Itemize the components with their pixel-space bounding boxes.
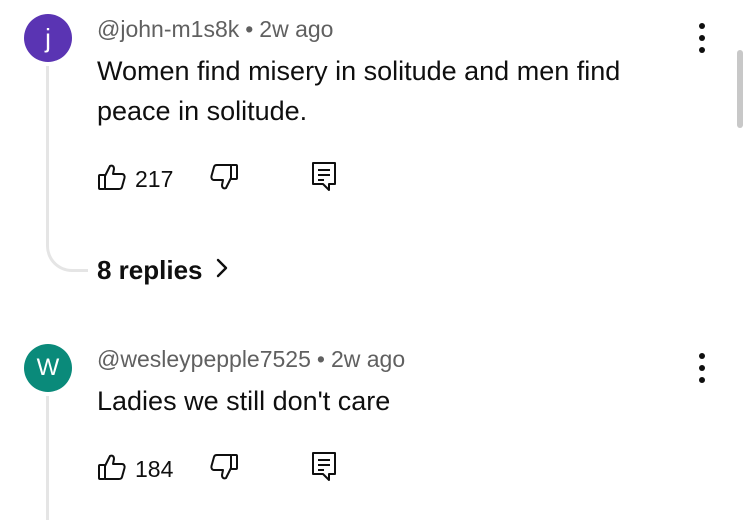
separator-dot: • <box>316 346 325 372</box>
reply-icon <box>310 160 338 197</box>
reply-button[interactable] <box>310 450 338 487</box>
view-replies-button[interactable]: 8 replies <box>97 255 229 286</box>
username[interactable]: @wesleypepple7525 <box>97 346 311 372</box>
like-button[interactable]: 217 <box>97 162 173 197</box>
timestamp[interactable]: 2w ago <box>331 346 405 372</box>
reply-button[interactable] <box>310 160 338 197</box>
thumb-up-icon <box>97 162 127 197</box>
separator-dot: • <box>245 16 254 42</box>
comment-text: Women find misery in solitude and men fi… <box>97 56 621 126</box>
avatar[interactable]: W <box>24 344 72 392</box>
thread-line <box>46 66 49 246</box>
dislike-button[interactable] <box>209 452 239 487</box>
thumb-down-icon <box>209 162 239 197</box>
avatar[interactable]: j <box>24 14 72 62</box>
like-count: 217 <box>135 166 174 192</box>
like-button[interactable]: 184 <box>97 452 173 487</box>
like-count: 184 <box>135 456 174 482</box>
replies-label: 8 replies <box>97 255 203 285</box>
thread-line <box>46 396 49 520</box>
comment-text: Ladies we still don't care <box>97 386 391 416</box>
dislike-button[interactable] <box>209 162 239 197</box>
timestamp[interactable]: 2w ago <box>259 16 333 42</box>
thread-curve <box>46 244 88 272</box>
comment-meta: @john-m1s8k • 2w ago <box>97 16 333 43</box>
more-vertical-icon[interactable] <box>692 353 712 383</box>
scrollbar[interactable] <box>737 50 743 128</box>
reply-icon <box>310 450 338 487</box>
thumb-down-icon <box>209 452 239 487</box>
thumb-up-icon <box>97 452 127 487</box>
username[interactable]: @john-m1s8k <box>97 16 239 42</box>
chevron-right-icon <box>203 255 229 286</box>
comment-meta: @wesleypepple7525 • 2w ago <box>97 346 405 373</box>
more-vertical-icon[interactable] <box>692 23 712 53</box>
